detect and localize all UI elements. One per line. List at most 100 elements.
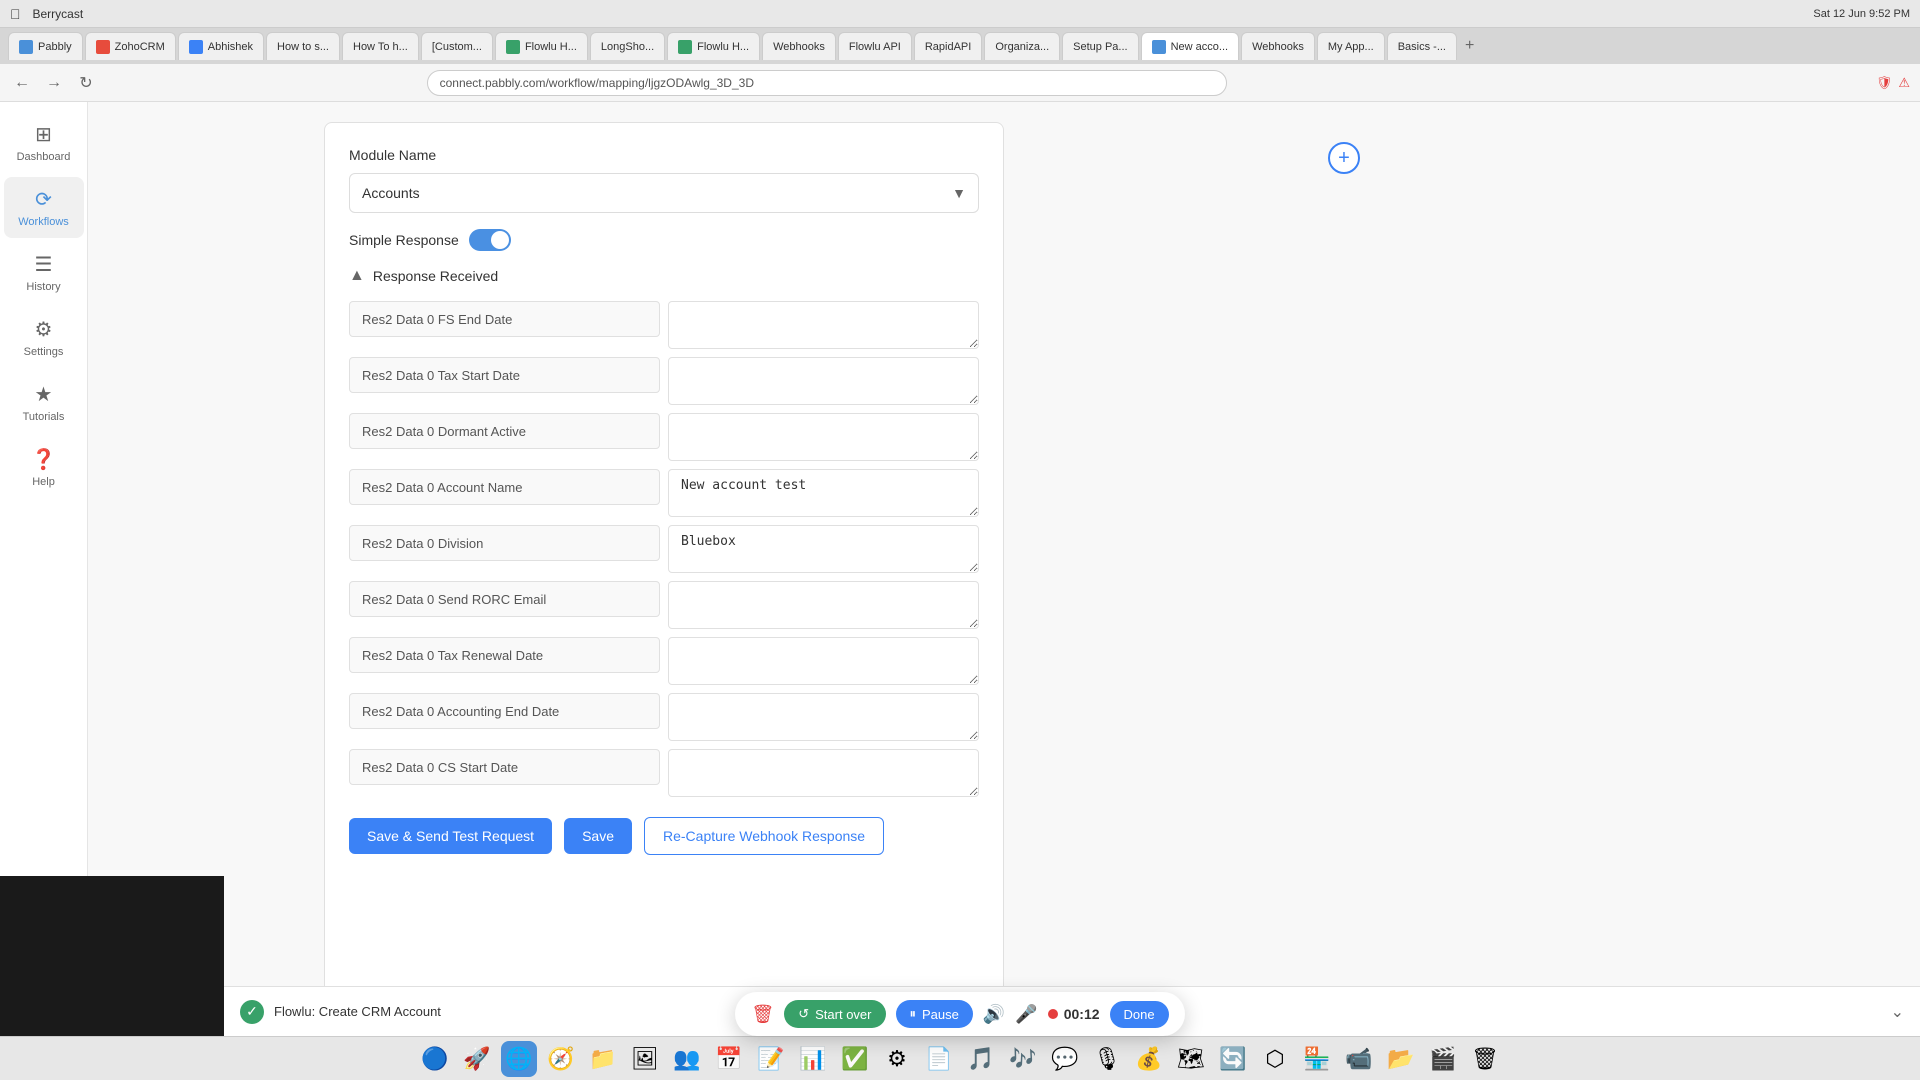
apple-icon: 	[10, 6, 21, 22]
response-received-label: Response Received	[373, 268, 498, 284]
field-label-7: Res2 Data 0 Accounting End Date	[349, 693, 660, 729]
module-name-label: Module Name	[349, 147, 979, 163]
delete-recording-button[interactable]: 🗑	[751, 1004, 774, 1025]
dock-podcast[interactable]: 🎙	[1089, 1041, 1125, 1077]
field-value-6[interactable]	[668, 637, 979, 685]
dock-berrycast[interactable]: 🎬	[1425, 1041, 1461, 1077]
sidebar-item-history[interactable]: ☰ History	[4, 242, 84, 303]
settings-icon: ⚙	[35, 317, 53, 342]
field-value-2[interactable]	[668, 413, 979, 461]
dock-finder[interactable]: 🔵	[417, 1041, 453, 1077]
save-send-test-button[interactable]: Save & Send Test Request	[349, 818, 552, 854]
simple-response-toggle[interactable]	[469, 229, 511, 251]
tab-webhooks2[interactable]: Webhooks	[1241, 32, 1315, 60]
dock-files[interactable]: 📁	[585, 1041, 621, 1077]
start-over-button[interactable]: ↺ Start over	[784, 1000, 885, 1028]
dock-browser[interactable]: 🌐	[501, 1041, 537, 1077]
tab-custom[interactable]: [Custom...	[421, 32, 493, 60]
field-value-8[interactable]	[668, 749, 979, 797]
help-icon: ❓	[31, 447, 56, 472]
recapture-webhook-button[interactable]: Re-Capture Webhook Response	[644, 817, 884, 855]
dock-excel[interactable]: 📊	[795, 1041, 831, 1077]
dock-apps[interactable]: ⬡	[1257, 1041, 1293, 1077]
sidebar-item-help[interactable]: ❓ Help	[4, 437, 84, 498]
dock-appstore[interactable]: 🏪	[1299, 1041, 1335, 1077]
app-layout: ⊞ Dashboard ⟳ Workflows ☰ History ⚙ Sett…	[0, 102, 1920, 1036]
field-value-5[interactable]	[668, 581, 979, 629]
timer-value: 00:12	[1064, 1006, 1100, 1022]
new-tab-button[interactable]: +	[1465, 37, 1474, 55]
dock-quickbooks[interactable]: 💰	[1131, 1041, 1167, 1077]
dock-notes[interactable]: 📝	[753, 1041, 789, 1077]
tab-flowluapi[interactable]: Flowlu API	[838, 32, 912, 60]
sidebar-item-tutorials[interactable]: ★ Tutorials	[4, 372, 84, 433]
dock-migrate[interactable]: 🔄	[1215, 1041, 1251, 1077]
response-received-row[interactable]: ▲ Response Received	[349, 267, 979, 285]
save-button[interactable]: Save	[564, 818, 632, 854]
tab-abhishek[interactable]: Abhishek	[178, 32, 264, 60]
tab-basics[interactable]: Basics -...	[1387, 32, 1457, 60]
tab-organiza[interactable]: Organiza...	[984, 32, 1060, 60]
back-button[interactable]: ←	[10, 71, 34, 95]
sidebar-label-settings: Settings	[24, 346, 64, 358]
dock-files2[interactable]: 📂	[1383, 1041, 1419, 1077]
dock-music[interactable]: 🎶	[1005, 1041, 1041, 1077]
field-value-3[interactable]: New account test	[668, 469, 979, 517]
pause-button[interactable]: ⏸ Pause	[896, 1000, 973, 1028]
pause-icon: ⏸	[910, 1006, 917, 1022]
sidebar-item-dashboard[interactable]: ⊞ Dashboard	[4, 112, 84, 173]
warning-icon: ⚠	[1898, 75, 1910, 91]
collapse-task-button[interactable]: ⌄	[1891, 1002, 1904, 1022]
done-button[interactable]: Done	[1110, 1001, 1169, 1028]
dock-skype[interactable]: 💬	[1047, 1041, 1083, 1077]
tab-new-account[interactable]: New acco...	[1141, 32, 1239, 60]
dock-trash[interactable]: 🗑	[1467, 1041, 1503, 1077]
dock-photos[interactable]: 🖼	[627, 1041, 663, 1077]
collapse-icon: ▲	[349, 267, 365, 285]
tab-longshot[interactable]: LongSho...	[590, 32, 665, 60]
dock-reminders[interactable]: ✅	[837, 1041, 873, 1077]
forward-button[interactable]: →	[42, 71, 66, 95]
tab-howto2[interactable]: How To h...	[342, 32, 419, 60]
field-value-0[interactable]	[668, 301, 979, 349]
dock-zoom[interactable]: 📹	[1341, 1041, 1377, 1077]
sidebar-item-settings[interactable]: ⚙ Settings	[4, 307, 84, 368]
field-value-4[interactable]: Bluebox	[668, 525, 979, 573]
workflows-icon: ⟳	[35, 187, 52, 212]
field-label-5: Res2 Data 0 Send RORC Email	[349, 581, 660, 617]
dock-maps[interactable]: 🗺	[1173, 1041, 1209, 1077]
tab-setup[interactable]: Setup Pa...	[1062, 32, 1138, 60]
plus-row: +	[1004, 122, 1684, 1016]
dock-word[interactable]: 📄	[921, 1041, 957, 1077]
tab-howto1[interactable]: How to s...	[266, 32, 340, 60]
dock-spotify[interactable]: 🎵	[963, 1041, 999, 1077]
sidebar-item-workflows[interactable]: ⟳ Workflows	[4, 177, 84, 238]
dock-script[interactable]: ⚙	[879, 1041, 915, 1077]
tab-flowlu2[interactable]: Flowlu H...	[667, 32, 760, 60]
reload-button[interactable]: ↻	[74, 71, 98, 95]
tab-flowlu1[interactable]: Flowlu H...	[495, 32, 588, 60]
module-select-dropdown[interactable]: Accounts ▼	[349, 173, 979, 213]
tab-rapidapi[interactable]: RapidAPI	[914, 32, 982, 60]
mac-app-name: Berrycast	[33, 7, 84, 21]
table-row: Res2 Data 0 Tax Start Date	[349, 357, 979, 405]
field-label-3: Res2 Data 0 Account Name	[349, 469, 660, 505]
mac-topbar:  Berrycast Sat 12 Jun 9:52 PM	[0, 0, 1920, 28]
sidebar-label-dashboard: Dashboard	[17, 151, 71, 163]
tab-pabbly[interactable]: Pabbly	[8, 32, 83, 60]
main-panel: Module Name Accounts ▼ Simple Response ▲…	[324, 122, 1004, 1016]
tab-zohocrm[interactable]: ZohoCRM	[85, 32, 176, 60]
url-bar[interactable]: connect.pabbly.com/workflow/mapping/ljgz…	[427, 70, 1227, 96]
tab-bar: Pabbly ZohoCRM Abhishek How to s... How …	[0, 28, 1920, 64]
field-value-7[interactable]	[668, 693, 979, 741]
dock-launchpad[interactable]: 🚀	[459, 1041, 495, 1077]
tab-webhooks1[interactable]: Webhooks	[762, 32, 836, 60]
dock-safari[interactable]: 🧭	[543, 1041, 579, 1077]
audio-settings-button[interactable]: 🔊	[983, 1004, 1005, 1025]
add-step-button[interactable]: +	[1328, 142, 1360, 174]
microphone-button[interactable]: 🎤	[1015, 1004, 1037, 1025]
tab-myapp[interactable]: My App...	[1317, 32, 1385, 60]
field-value-1[interactable]	[668, 357, 979, 405]
dock-calendar[interactable]: 📅	[711, 1041, 747, 1077]
dock-contacts[interactable]: 👥	[669, 1041, 705, 1077]
